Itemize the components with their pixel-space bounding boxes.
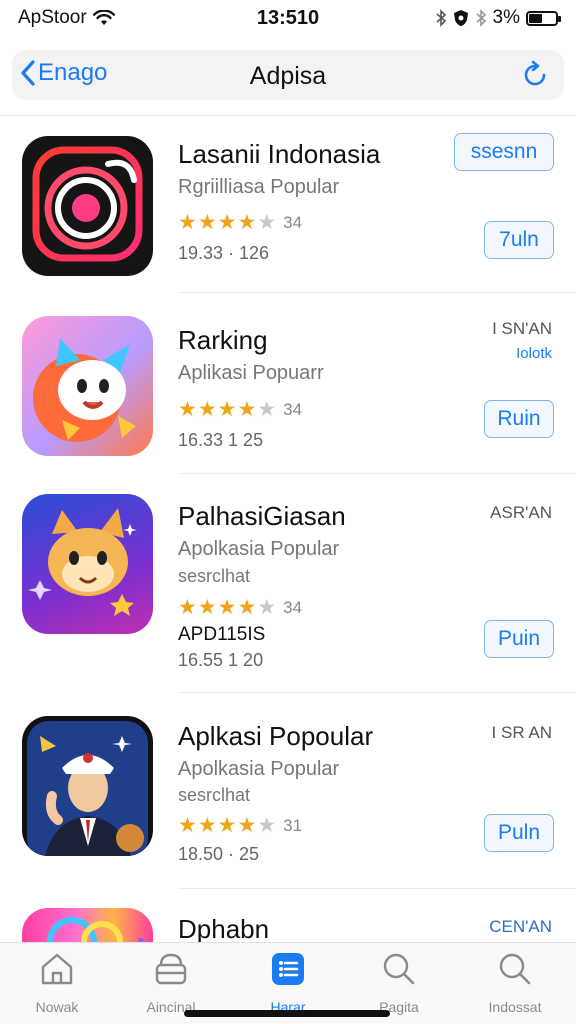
tab-search[interactable]: Pagita [354, 949, 444, 1015]
star-icon: ★ [197, 596, 217, 619]
app-subtitle: Rgriilliasa Popular [178, 176, 340, 198]
star-icon: ★ [237, 814, 257, 837]
star-icon: ★ [237, 596, 257, 619]
star-icon: ★ [178, 596, 197, 619]
archive-icon [155, 953, 187, 985]
app-subtitle: Aplikasi Popuarr [178, 362, 324, 384]
rating-count: 34 [283, 597, 303, 617]
star-icon: ★ [237, 398, 257, 421]
app-meta: 16.55 1 20 [178, 650, 264, 670]
app-name: Dphabn [178, 914, 270, 944]
rating-stars: ★ ★ ★ ★ ★ 31 [178, 813, 302, 838]
app-subtitle: Apolkasia Popular [178, 758, 340, 780]
app-side-label: CEN'AN [489, 917, 552, 936]
navigation-bar: Enago Adpisa [12, 50, 564, 100]
refresh-icon[interactable] [520, 60, 550, 90]
star-icon: ★ [178, 398, 197, 421]
bluetooth-icon [476, 9, 486, 27]
app-name: PalhasiGiasan [178, 501, 346, 531]
home-indicator[interactable] [184, 1010, 390, 1017]
row-divider [178, 473, 576, 474]
star-icon: ★ [197, 211, 217, 234]
search-icon [383, 953, 415, 985]
tab-label: Nowak [35, 999, 79, 1015]
status-bar: ApStoor 13:510 3% [0, 0, 576, 36]
app-name: Lasanii Indonasia [178, 139, 381, 169]
star-icon: ★ [197, 814, 217, 837]
app-side-label: ASR'AN [490, 503, 552, 522]
star-icon: ★ [217, 596, 237, 619]
app-meta: 16.33 1 25 [178, 430, 264, 450]
tab-list[interactable]: Harar [243, 949, 333, 1015]
chevron-left-icon [21, 60, 35, 86]
star-half-icon: ★ [257, 398, 277, 421]
battery-percent: 3% [492, 7, 520, 28]
app-code: APD115IS [178, 624, 266, 645]
rating-stars: ★ ★ ★ ★ ★ 34 [178, 210, 302, 235]
rating-stars: ★ ★ ★ ★ ★ 34 [178, 595, 302, 620]
back-button-label: Enago [38, 59, 108, 86]
app-name: Rarking [178, 325, 268, 355]
tab-search-2[interactable]: Indossat [470, 949, 560, 1015]
app-extra: sesrclhat [178, 785, 251, 805]
app-side-label: I SR AN [491, 723, 552, 742]
star-icon: ★ [178, 814, 197, 837]
row-divider [178, 292, 576, 293]
row-divider [178, 888, 576, 889]
app-icon-fox[interactable] [22, 494, 153, 634]
rating-stars: ★ ★ ★ ★ ★ 34 [178, 397, 302, 422]
app-side-label: I SN'AN [492, 319, 552, 338]
app-meta: 18.50 · 25 [178, 844, 260, 864]
camera-icon [32, 146, 143, 262]
app-extra: sesrclhat [178, 566, 251, 586]
shield-icon [453, 10, 468, 26]
bluetooth-icon [436, 9, 446, 27]
get-button[interactable]: 7uln [484, 221, 554, 259]
battery-icon [526, 10, 561, 26]
star-icon: ★ [197, 398, 217, 421]
star-icon: ★ [217, 211, 237, 234]
back-button[interactable]: Enago [18, 58, 107, 88]
swirl-icon [47, 917, 146, 942]
star-half-icon: ★ [257, 211, 277, 234]
search-icon [499, 953, 531, 985]
wifi-icon [92, 10, 115, 25]
mascot-icon [33, 338, 136, 442]
app-subtitle: Apolkasia Popular [178, 538, 340, 560]
app-icon-camera[interactable] [22, 136, 153, 276]
app-icon-colorful[interactable] [22, 908, 153, 942]
star-icon: ★ [217, 814, 237, 837]
rating-count: 34 [283, 212, 303, 232]
star-half-icon: ★ [257, 596, 277, 619]
get-button[interactable]: Puin [484, 620, 554, 658]
star-icon: ★ [237, 211, 257, 234]
app-side-link[interactable]: Iolotk [516, 345, 552, 362]
officer-icon [27, 721, 148, 856]
row-divider [178, 692, 576, 693]
star-half-icon: ★ [257, 814, 277, 837]
tab-home[interactable]: Nowak [12, 949, 102, 1015]
list-icon [272, 953, 304, 985]
app-action-button[interactable]: ssesnn [454, 133, 554, 171]
star-icon: ★ [217, 398, 237, 421]
rating-count: 34 [283, 399, 303, 419]
app-name: Aplkasi Popoular [178, 721, 374, 751]
app-icon-officer[interactable] [22, 716, 153, 856]
fox-icon [28, 508, 137, 616]
nav-divider [0, 115, 576, 116]
home-icon [41, 953, 73, 985]
carrier-label: ApStoor [18, 7, 87, 28]
get-button[interactable]: Ruin [484, 400, 554, 438]
get-button[interactable]: Puln [484, 814, 554, 852]
tab-label: Indossat [488, 999, 542, 1015]
app-meta: 19.33 · 126 [178, 243, 270, 263]
star-icon: ★ [178, 211, 197, 234]
tab-archive[interactable]: Aincinal [126, 949, 216, 1015]
rating-count: 31 [283, 815, 303, 835]
app-icon-character[interactable] [22, 316, 153, 456]
